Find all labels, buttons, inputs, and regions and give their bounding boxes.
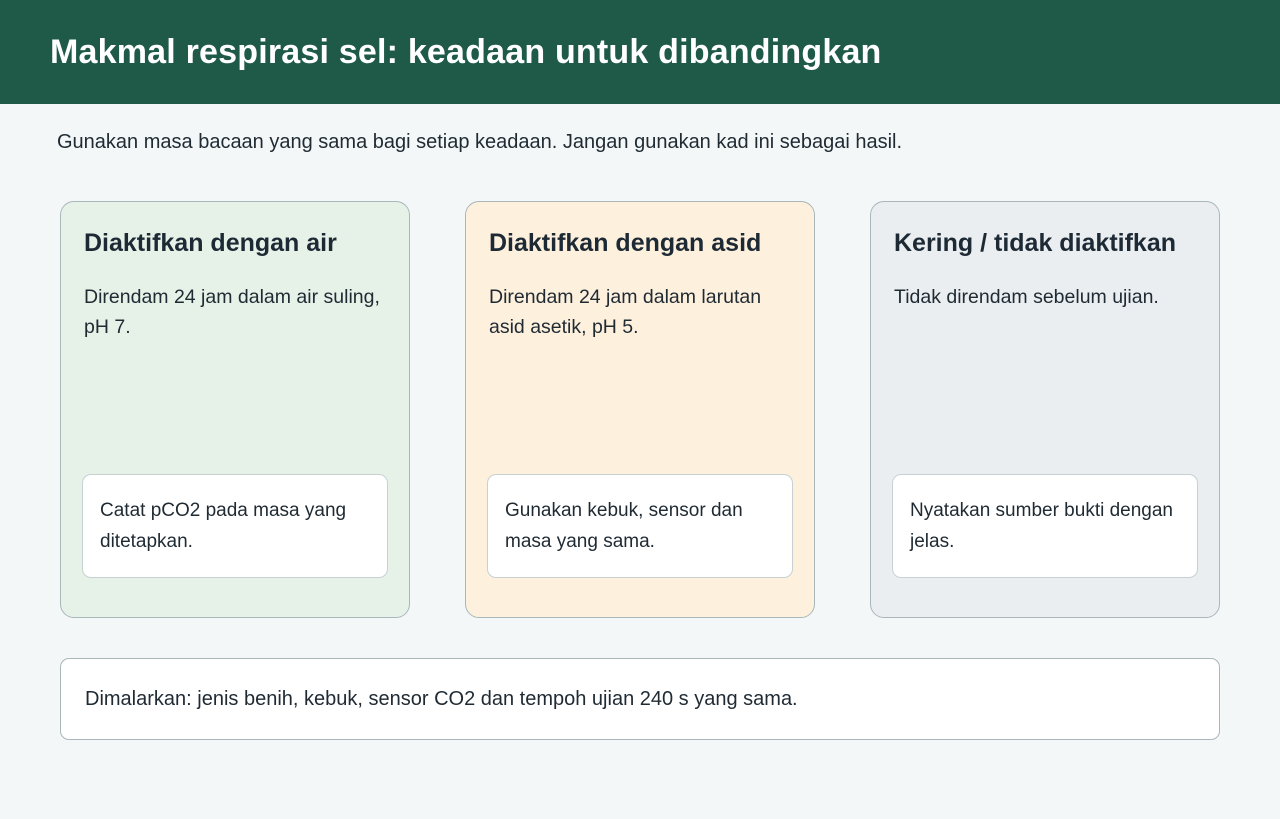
card-title: Diaktifkan dengan asid <box>489 229 762 257</box>
controlled-variables-text: Dimalarkan: jenis benih, kebuk, sensor C… <box>85 687 798 710</box>
card-note: Nyatakan sumber bukti dengan jelas. <box>892 474 1198 578</box>
card-description: Direndam 24 jam dalam air suling, pH 7. <box>84 286 380 338</box>
condition-card-dry: Kering / tidak diaktifkan Tidak direndam… <box>870 201 1220 618</box>
page-title: Makmal respirasi sel: keadaan untuk diba… <box>50 32 882 71</box>
intro-text: Gunakan masa bacaan yang sama bagi setia… <box>57 131 903 153</box>
card-title: Kering / tidak diaktifkan <box>894 229 1177 257</box>
page-header: Makmal respirasi sel: keadaan untuk diba… <box>0 0 1280 104</box>
card-description: Direndam 24 jam dalam larutan asid aseti… <box>489 286 762 338</box>
card-title: Diaktifkan dengan air <box>84 229 337 257</box>
card-description: Tidak direndam sebelum ujian. <box>894 286 1159 308</box>
controlled-variables-box: Dimalarkan: jenis benih, kebuk, sensor C… <box>60 658 1220 740</box>
condition-card-acid: Diaktifkan dengan asid Direndam 24 jam d… <box>465 201 815 618</box>
card-note: Catat pCO2 pada masa yang ditetapkan. <box>82 474 388 578</box>
card-note: Gunakan kebuk, sensor dan masa yang sama… <box>487 474 793 578</box>
condition-card-water: Diaktifkan dengan air Direndam 24 jam da… <box>60 201 410 618</box>
